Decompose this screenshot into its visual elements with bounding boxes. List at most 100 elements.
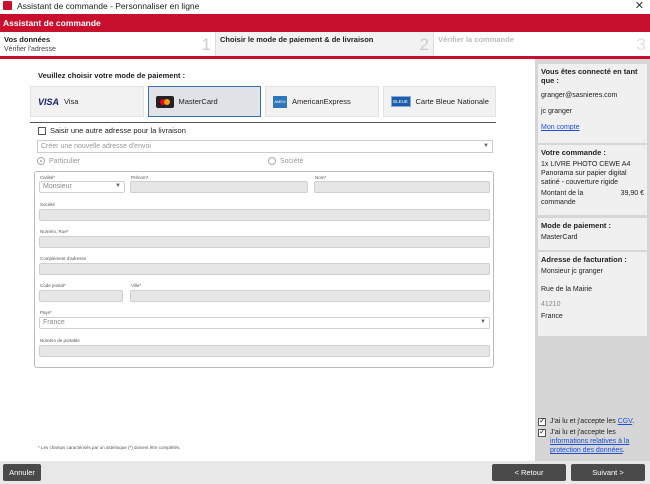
- back-button[interactable]: < Retour: [492, 464, 566, 481]
- step-title: Vérifier la commande: [438, 35, 514, 44]
- order-panel: Votre commande : 1x LIVRE PHOTO CEWE A4 …: [538, 145, 647, 215]
- radio-company-option: Société: [268, 157, 303, 165]
- carte-bleue-icon: BLEUE: [390, 96, 411, 107]
- required-fields-note: * Les champs caractérisés par un astéris…: [38, 445, 181, 450]
- privacy-text: J'ai lu et j'accepte les informations re…: [550, 429, 630, 454]
- cgv-prefix: J'ai lu et j'accepte les: [550, 418, 618, 425]
- next-button[interactable]: Suivant >: [571, 464, 645, 481]
- street-label: Numéro, Rue*: [40, 229, 69, 234]
- cgv-checkbox[interactable]: [538, 416, 546, 426]
- step-payment: Choisir le mode de paiement & de livrais…: [216, 32, 434, 56]
- order-item: 1x LIVRE PHOTO CEWE A4 Panorama sur papi…: [541, 161, 631, 186]
- visa-icon: VISA: [38, 96, 60, 107]
- close-icon[interactable]: ✕: [635, 0, 644, 12]
- other-delivery-address-option[interactable]: Saisir une autre adresse pour la livrais…: [38, 126, 186, 135]
- company-field: [39, 209, 490, 221]
- payment-mastercard[interactable]: MasterCard: [147, 86, 261, 117]
- payment-amex[interactable]: AMEX AmericanExpress: [265, 86, 379, 117]
- billing-name: Monsieur jc granger: [541, 268, 603, 275]
- radio-company-label: Société: [280, 157, 304, 165]
- cgv-link[interactable]: CGV: [618, 418, 633, 425]
- cancel-button[interactable]: Annuler: [3, 464, 41, 481]
- country-label: Pays*: [40, 310, 52, 315]
- wizard-title: Assistant de commande: [3, 18, 101, 28]
- payment-label: Carte Bleue Nationale: [415, 97, 489, 106]
- civility-select: Monsieur ▼: [39, 181, 125, 193]
- civility-label: Civilité*: [40, 175, 56, 180]
- mastercard-icon: [155, 95, 174, 108]
- chevron-down-icon: ▼: [115, 183, 121, 189]
- zip-field: [39, 290, 123, 302]
- mobile-field: [39, 345, 490, 357]
- privacy-prefix: J'ai lu et j'accepte les: [550, 429, 616, 436]
- payment-label: MasterCard: [178, 97, 218, 106]
- payment-carte-bleue[interactable]: BLEUE Carte Bleue Nationale: [382, 86, 496, 117]
- radio-private-label: Particulier: [49, 157, 81, 165]
- order-amount-label: Montant de la commande: [541, 190, 584, 206]
- chevron-down-icon: ▼: [483, 143, 489, 149]
- delivery-address-form: Civilité* Monsieur ▼ Prénom* Nom* Sociét…: [34, 171, 494, 368]
- my-account-link[interactable]: Mon compte: [541, 123, 644, 133]
- payment-mode-panel: Mode de paiement : MasterCard: [538, 218, 647, 250]
- billing-zip: 41210: [541, 301, 561, 308]
- window-title: Assistant de commande - Personnaliser en…: [17, 0, 200, 11]
- bottom-button-bar: Annuler < Retour Suivant >: [0, 461, 650, 484]
- order-amount: 39,90 €: [620, 190, 644, 197]
- main-content: Veuillez choisir votre mode de paiement …: [0, 59, 535, 461]
- privacy-link[interactable]: informations relatives à la protection d…: [550, 438, 629, 454]
- payment-mode-value: MasterCard: [541, 234, 578, 241]
- divider: [30, 122, 496, 123]
- other-address-checkbox[interactable]: [38, 126, 46, 135]
- app-icon: [3, 1, 12, 10]
- firstname-field: [130, 181, 308, 193]
- chevron-down-icon: ▼: [480, 319, 486, 325]
- city-field: [130, 290, 490, 302]
- customer-type-radios: Particulier Société: [37, 157, 493, 169]
- civility-value: Monsieur: [43, 183, 72, 190]
- payment-label: AmericanExpress: [292, 97, 351, 106]
- company-label: Société: [40, 202, 56, 207]
- firstname-label: Prénom*: [131, 175, 149, 180]
- billing-title: Adresse de facturation :: [541, 255, 627, 264]
- amex-icon: AMEX: [273, 95, 287, 108]
- step-verify: Vérifier la commande 3: [434, 32, 650, 56]
- other-address-label: Saisir une autre adresse pour la livrais…: [50, 126, 186, 135]
- radio-company: [268, 157, 276, 165]
- order-title: Votre commande :: [541, 148, 606, 157]
- street-field: [39, 236, 490, 248]
- billing-street: Rue de la Mairie: [541, 286, 592, 293]
- privacy-checkbox[interactable]: [538, 427, 546, 437]
- user-name: jc granger: [541, 108, 573, 115]
- payment-methods: VISA Visa MasterCard AMEX AmericanExpres…: [30, 86, 496, 117]
- user-email: granger@sasnieres.com: [541, 92, 618, 99]
- billing-panel: Adresse de facturation : Monsieur jc gra…: [538, 252, 647, 336]
- address-select: Créer une nouvelle adresse d'envoi ▼: [37, 140, 493, 153]
- account-panel: Vous êtes connecté en tant que : granger…: [538, 64, 647, 143]
- step-your-data[interactable]: Vos données Vérifier l'adresse 1: [0, 32, 216, 56]
- payment-visa[interactable]: VISA Visa: [30, 86, 144, 117]
- cgv-consent: J'ai lu et j'accepte les CGV.: [538, 416, 647, 426]
- step-number: 3: [636, 35, 646, 54]
- radio-private: [37, 157, 45, 165]
- step-number: 2: [419, 35, 429, 54]
- step-title: Vos données: [4, 35, 51, 44]
- lastname-label: Nom*: [315, 175, 327, 180]
- address-select-value: Créer une nouvelle adresse d'envoi: [41, 143, 151, 150]
- cgv-text: J'ai lu et j'accepte les CGV.: [550, 418, 635, 425]
- step-number: 1: [201, 35, 211, 54]
- mobile-label: Numéro de portable: [40, 338, 80, 343]
- radio-private-option: Particulier: [37, 157, 80, 165]
- billing-country: France: [541, 313, 563, 320]
- complement-label: Complément d'adresse: [40, 256, 87, 261]
- city-label: Ville*: [131, 283, 142, 288]
- step-subtitle: Vérifier l'adresse: [4, 46, 56, 53]
- privacy-consent: J'ai lu et j'accepte les informations re…: [538, 427, 647, 455]
- order-amount-row: Montant de la commande 39,90 €: [541, 189, 644, 207]
- step-title: Choisir le mode de paiement & de livrais…: [220, 35, 374, 44]
- payment-heading: Veuillez choisir votre mode de paiement …: [38, 71, 186, 80]
- window-titlebar: Assistant de commande - Personnaliser en…: [0, 0, 650, 12]
- country-select: France ▼: [39, 317, 490, 329]
- payment-label: Visa: [64, 97, 79, 106]
- wizard-header: Assistant de commande: [0, 14, 650, 32]
- step-indicator: Vos données Vérifier l'adresse 1 Choisir…: [0, 32, 650, 56]
